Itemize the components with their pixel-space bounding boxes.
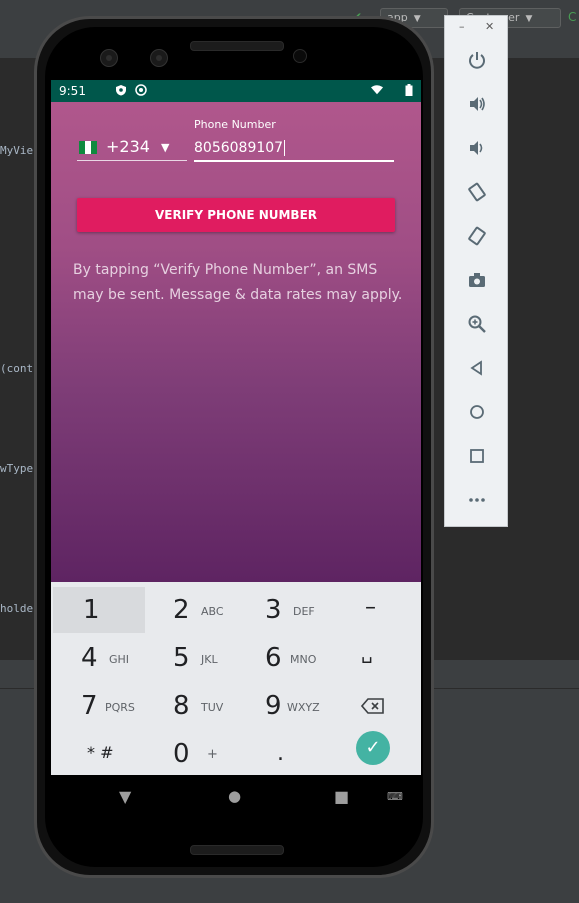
back-nav-icon[interactable]: ▼: [119, 787, 131, 806]
volume-down-icon[interactable]: [465, 138, 489, 162]
overview-icon[interactable]: [465, 446, 489, 470]
battery-icon: [405, 84, 413, 96]
phone-number-label: Phone Number: [194, 118, 276, 131]
key-digit: 4: [81, 643, 98, 673]
key-digit: 6: [265, 643, 282, 673]
key-8[interactable]: 8 TUV: [147, 683, 239, 729]
key-letters: ABC: [201, 605, 224, 618]
rotate-right-icon[interactable]: [465, 226, 489, 250]
country-code: +234: [106, 137, 150, 156]
close-icon[interactable]: ✕: [485, 20, 494, 33]
backspace-key[interactable]: [331, 683, 421, 729]
key-0[interactable]: 0 +: [147, 731, 239, 777]
shield-icon: [116, 85, 126, 96]
camera-icon[interactable]: [465, 270, 489, 294]
key-6[interactable]: 6 MNO: [239, 635, 331, 681]
chevron-down-icon: ▼: [413, 14, 421, 24]
key-1[interactable]: 1: [53, 587, 145, 633]
code-line: (cont: [0, 362, 34, 375]
key-digit: 8: [173, 691, 190, 721]
key-5[interactable]: 5 JKL: [147, 635, 239, 681]
dot-symbol: .: [277, 741, 284, 766]
nigeria-flag-icon: [79, 141, 97, 154]
key-digit: 2: [173, 595, 190, 625]
key-letters: TUV: [201, 701, 224, 714]
country-code-picker[interactable]: +234 ▼: [77, 136, 187, 161]
backspace-icon: [361, 698, 384, 714]
sms-disclaimer: By tapping “Verify Phone Number”, an SMS…: [73, 262, 403, 303]
keyboard-icon[interactable]: ⌨: [387, 790, 403, 803]
key-digit: 9: [265, 691, 282, 721]
key-letters: MNO: [290, 653, 317, 666]
recents-nav-icon[interactable]: ■: [334, 787, 349, 806]
speaker-grille: [190, 845, 284, 855]
space-icon: ␣: [361, 643, 373, 664]
chevron-down-icon: ▼: [161, 141, 170, 154]
sync-status-icon: [135, 84, 147, 96]
zoom-icon[interactable]: [465, 314, 489, 338]
key-3[interactable]: 3 DEF: [239, 587, 331, 633]
back-icon[interactable]: [465, 358, 489, 382]
key-letters: WXYZ: [287, 701, 320, 714]
key-9[interactable]: 9 WXYZ: [239, 683, 331, 729]
key-digit: 0: [173, 739, 190, 769]
text-cursor: [284, 140, 286, 156]
key-letters: +: [207, 747, 218, 762]
phone-number-input[interactable]: 8056089107: [194, 136, 394, 162]
speaker-grille: [190, 41, 284, 51]
key-letters: PQRS: [105, 701, 135, 714]
front-camera-icon: [100, 49, 118, 67]
key-digit: 1: [83, 595, 100, 625]
phone-screen: 9:51 +234 ▼ Phone Number 8056089107 VERI…: [51, 80, 421, 820]
numeric-keypad: 1 2 ABC 3 DEF – 4 GHI 5 JKL 6 MNO ␣ 7 PQ…: [51, 582, 421, 775]
key-letters: DEF: [293, 605, 315, 618]
done-check-icon[interactable]: ✓: [356, 731, 390, 765]
status-bar: 9:51: [51, 80, 421, 102]
minimize-icon[interactable]: –: [459, 20, 465, 33]
sync-icon[interactable]: C: [568, 10, 576, 24]
key-digit: 3: [265, 595, 282, 625]
key-4[interactable]: 4 GHI: [53, 635, 145, 681]
key-letters: JKL: [201, 653, 218, 666]
wifi-icon: [371, 85, 383, 95]
rotate-left-icon[interactable]: [465, 182, 489, 206]
front-camera-icon: [150, 49, 168, 67]
status-time: 9:51: [59, 84, 86, 98]
more-icon[interactable]: [465, 490, 489, 514]
key-digit: 5: [173, 643, 190, 673]
dash-symbol: –: [365, 595, 376, 620]
code-line: holde: [0, 602, 34, 615]
key-dot[interactable]: .: [239, 731, 331, 777]
phone-number-value: 8056089107: [194, 140, 284, 156]
key-digit: 7: [81, 691, 98, 721]
key-7[interactable]: 7 PQRS: [53, 683, 145, 729]
power-icon[interactable]: [465, 50, 489, 74]
key-star-hash[interactable]: * #: [53, 731, 145, 777]
proximity-sensor: [293, 49, 307, 63]
verify-phone-button[interactable]: VERIFY PHONE NUMBER: [77, 198, 395, 232]
key-letters: GHI: [109, 653, 130, 666]
home-nav-icon[interactable]: ●: [228, 787, 241, 805]
key-2[interactable]: 2 ABC: [147, 587, 239, 633]
chevron-down-icon: ▼: [525, 14, 533, 24]
code-line: MyVie: [0, 144, 34, 157]
star-hash-symbol: * #: [87, 743, 114, 762]
navigation-bar: ▼ ● ■ ⌨: [51, 775, 421, 820]
phone-auth-screen: +234 ▼ Phone Number 8056089107 VERIFY PH…: [51, 102, 421, 582]
key-space[interactable]: ␣: [331, 635, 421, 681]
key-dash[interactable]: –: [331, 587, 421, 633]
volume-up-icon[interactable]: [465, 94, 489, 118]
emulator-toolbar: – ✕: [444, 15, 508, 527]
home-icon[interactable]: [465, 402, 489, 426]
